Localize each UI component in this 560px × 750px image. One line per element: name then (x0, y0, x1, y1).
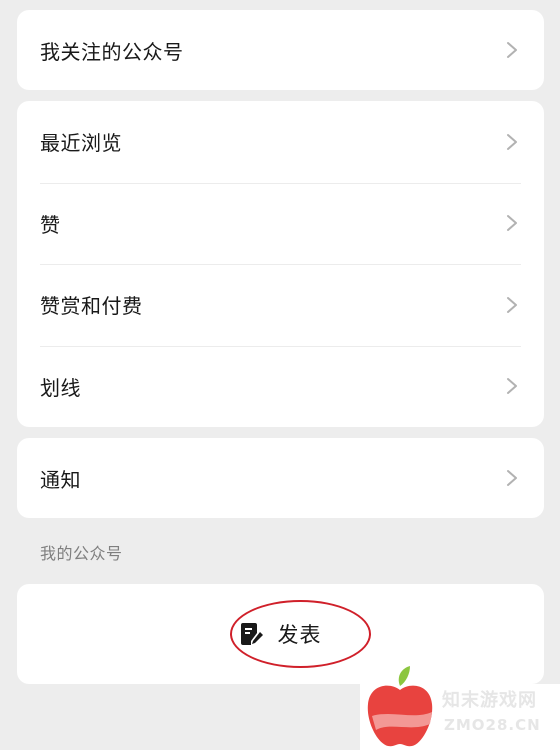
watermark-text-cn: 知末游戏网 (442, 690, 537, 711)
publish-label: 发表 (277, 624, 322, 647)
chevron-right-icon (507, 215, 517, 232)
row-label: 最近浏览 (40, 131, 122, 156)
page: 我关注的公众号 最近浏览 赞 赞赏和付费 划线 通知 我的公众号 发表 知末游戏… (0, 0, 560, 750)
row-label: 赞 (40, 212, 61, 237)
row-label: 通知 (40, 467, 81, 492)
row-underlines[interactable]: 划线 (17, 345, 544, 428)
row-label: 我关注的公众号 (40, 39, 184, 64)
row-followed-accounts[interactable]: 我关注的公众号 (17, 10, 544, 90)
row-notifications[interactable]: 通知 (17, 438, 544, 518)
row-label: 赞赏和付费 (40, 294, 143, 319)
watermark: 知末游戏网 ZMO28.CN (360, 666, 560, 750)
followed-accounts-card: 我关注的公众号 (17, 10, 544, 90)
chevron-right-icon (507, 42, 517, 58)
my-accounts-card: 发表 (17, 584, 544, 684)
chevron-right-icon (507, 296, 517, 313)
chevron-right-icon (507, 470, 517, 486)
chevron-right-icon (507, 378, 517, 395)
row-likes[interactable]: 赞 (17, 182, 544, 265)
notifications-card: 通知 (17, 438, 544, 518)
activity-card: 最近浏览 赞 赞赏和付费 划线 (17, 101, 544, 427)
row-tips-payments[interactable]: 赞赏和付费 (17, 264, 544, 346)
apple-logo-icon (367, 666, 433, 747)
row-label: 划线 (40, 375, 81, 400)
my-accounts-caption: 我的公众号 (40, 544, 123, 563)
chevron-right-icon (507, 133, 517, 150)
publish-button[interactable]: 发表 (240, 619, 322, 649)
watermark-text-en: ZMO28.CN (444, 716, 541, 734)
row-recent-views[interactable]: 最近浏览 (17, 101, 544, 183)
edit-document-icon (240, 623, 263, 645)
